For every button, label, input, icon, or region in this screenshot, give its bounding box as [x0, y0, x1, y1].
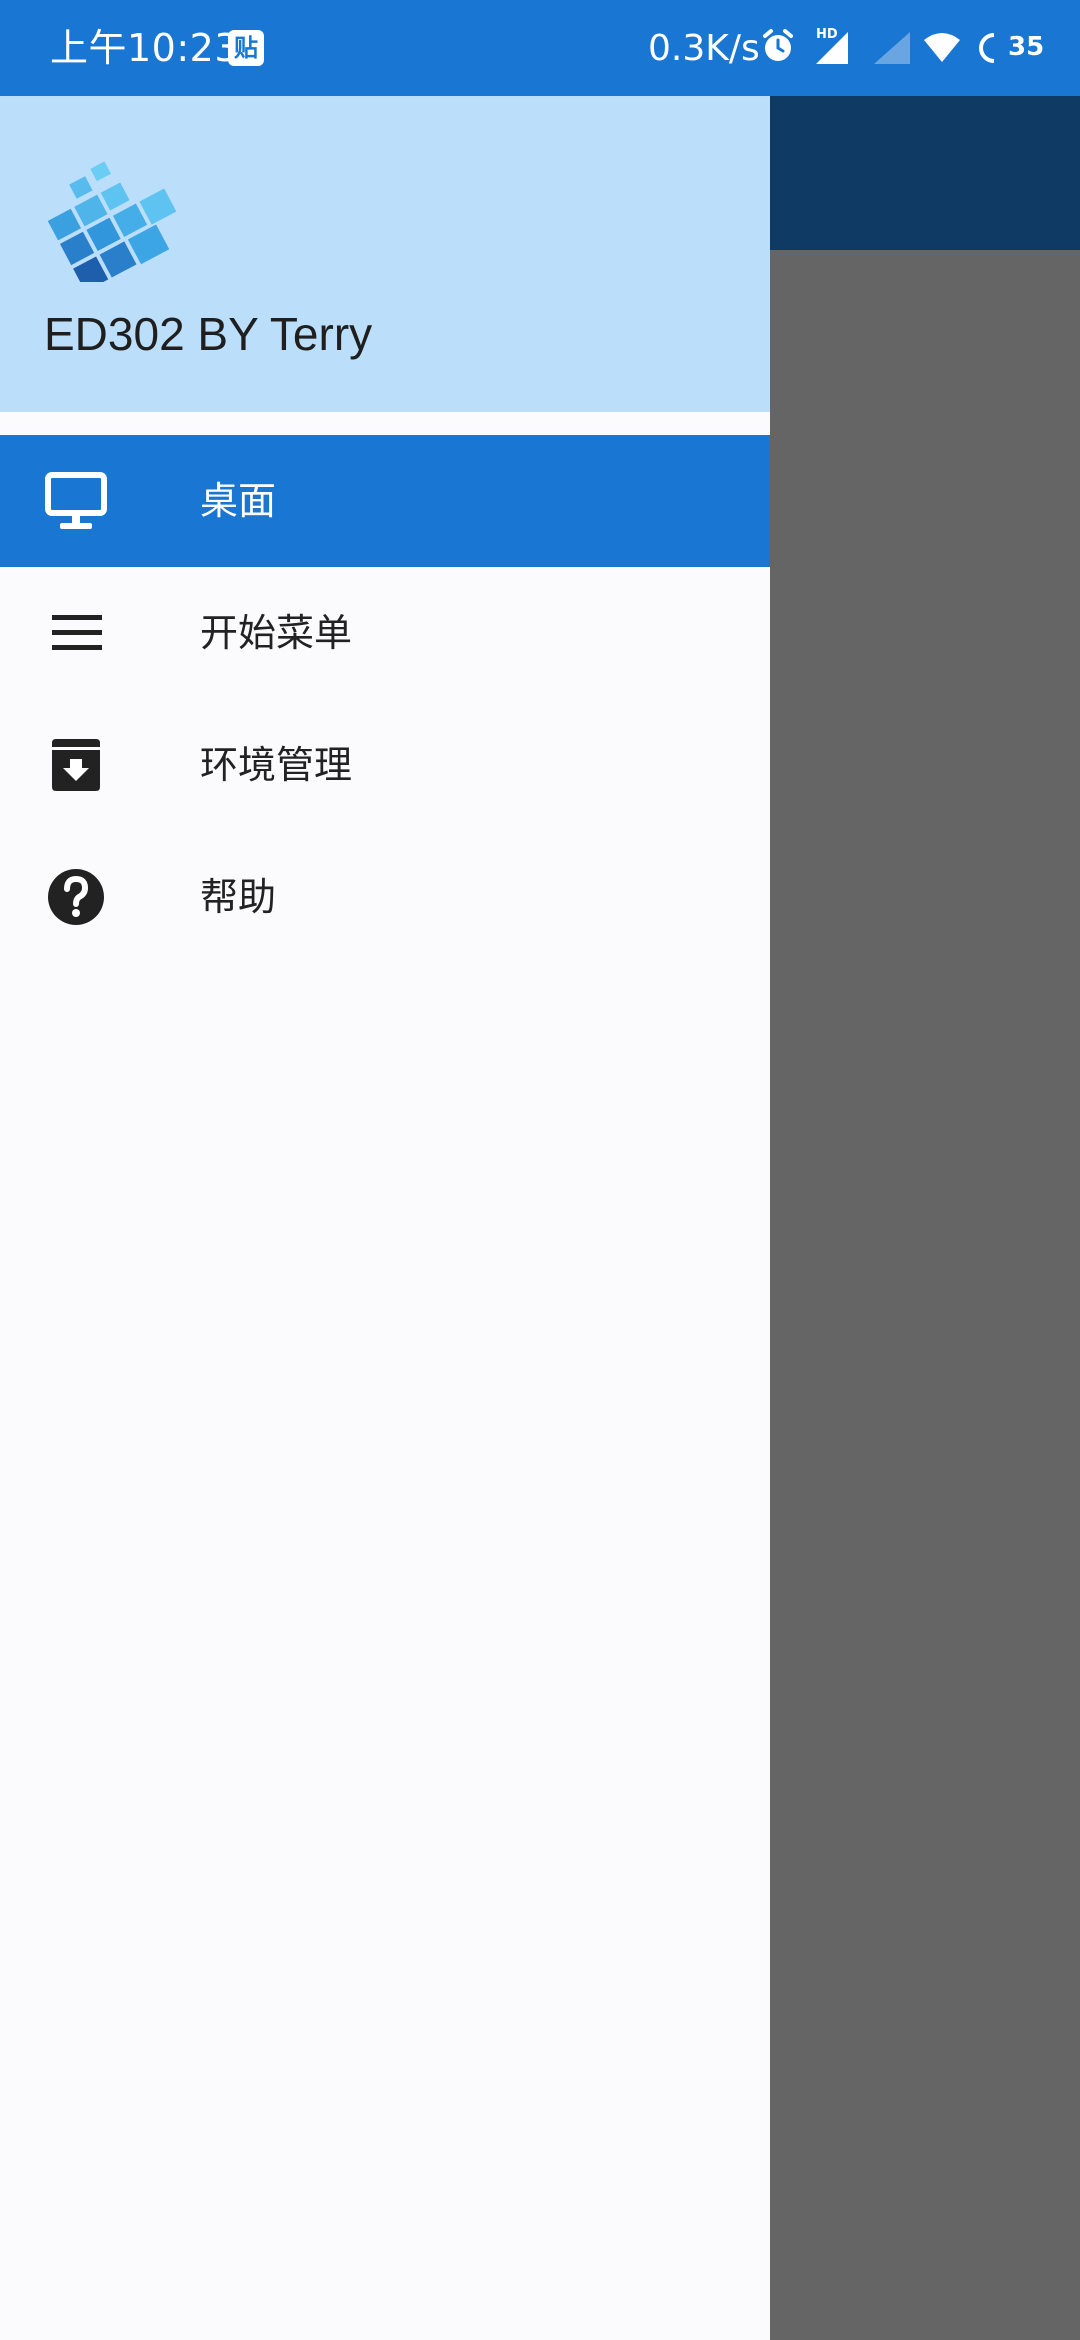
drawer-header: ED302 BY Terry [0, 96, 770, 412]
hd-label: HD [816, 27, 838, 42]
alarm-icon [763, 29, 793, 61]
battery-icon [979, 33, 995, 63]
app-logo-icon [47, 161, 177, 282]
archive-download-icon [52, 739, 100, 791]
background-app-bar [770, 96, 1080, 250]
drawer-item-help[interactable]: 帮助 [0, 831, 770, 963]
battery-level: 35 [1008, 32, 1045, 62]
drawer-item-label: 环境管理 [200, 743, 353, 787]
drawer-item-environment[interactable]: 环境管理 [0, 699, 770, 831]
net-speed: 0.3K/s [648, 28, 760, 69]
app-title: ED302 BY Terry [44, 308, 373, 360]
drawer-menu: 桌面 开始菜单 环境管理 帮助 [0, 435, 770, 963]
status-bar: 上午10:23 贴 0.3K/s HD 35 [0, 0, 1080, 96]
drawer-item-label: 开始菜单 [200, 611, 353, 655]
monitor-icon [45, 472, 107, 529]
hd-signal-icon: HD [816, 27, 848, 64]
notification-badge: 贴 [228, 30, 264, 66]
screen: 上午10:23 贴 0.3K/s HD 35 ED302 BY Terry 桌面… [0, 0, 1080, 2340]
wifi-icon [924, 33, 960, 62]
signal-icon [874, 32, 910, 64]
navigation-drawer[interactable]: ED302 BY Terry 桌面 开始菜单 环境管理 帮助 [0, 96, 770, 2340]
drawer-item-start-menu[interactable]: 开始菜单 [0, 567, 770, 699]
drawer-item-desktop[interactable]: 桌面 [0, 435, 770, 567]
status-time: 上午10:23 [50, 26, 240, 70]
drawer-item-label: 帮助 [200, 875, 277, 919]
menu-lines-icon [52, 615, 102, 650]
drawer-item-label: 桌面 [200, 479, 277, 523]
help-circle-icon [48, 869, 104, 925]
